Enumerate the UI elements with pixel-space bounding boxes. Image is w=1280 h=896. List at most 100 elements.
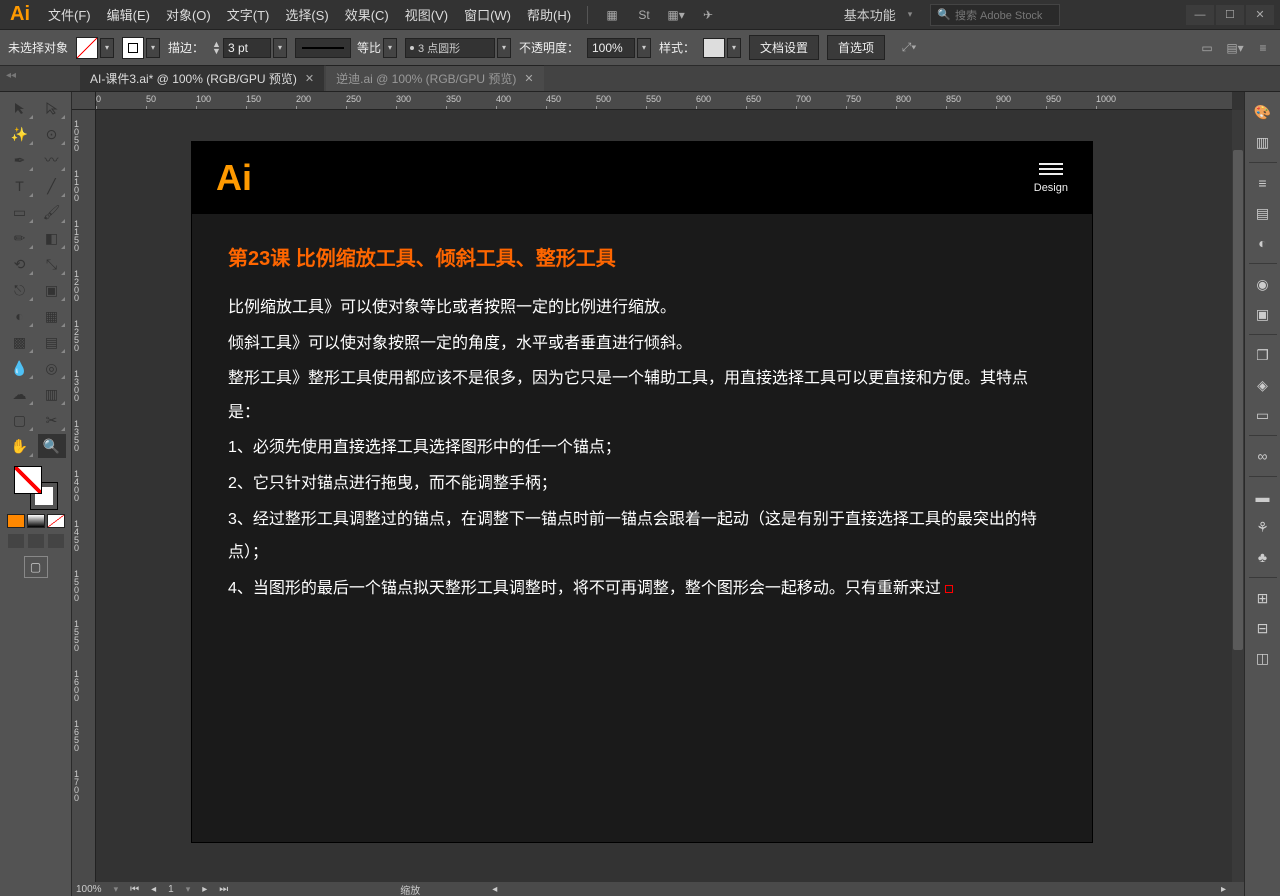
- nav-next-icon[interactable]: ▸: [202, 884, 207, 895]
- lasso-tool[interactable]: ⊙: [38, 122, 66, 146]
- document-setup-button[interactable]: 文档设置: [749, 35, 819, 60]
- close-button[interactable]: ✕: [1246, 5, 1274, 25]
- menu-object[interactable]: 对象(O): [158, 1, 219, 28]
- isolate-icon[interactable]: ▤▾: [1226, 39, 1244, 57]
- nav-next-icon[interactable]: ▸: [1221, 884, 1226, 895]
- menu-edit[interactable]: 编辑(E): [99, 1, 158, 28]
- align-panel-icon[interactable]: ⊞: [1251, 586, 1275, 610]
- stock-icon[interactable]: St: [634, 5, 654, 25]
- tab-close-button[interactable]: ✕: [524, 72, 533, 85]
- nav-last-icon[interactable]: ⏭: [219, 884, 228, 895]
- symbols-panel-icon[interactable]: ⚘: [1251, 515, 1275, 539]
- direct-selection-tool[interactable]: [38, 96, 66, 120]
- asset-export-icon[interactable]: ◈: [1251, 373, 1275, 397]
- color-mode[interactable]: [7, 514, 25, 528]
- workspace-switcher[interactable]: 基本功能: [838, 3, 902, 26]
- brush-definition[interactable]: 3 点圆形▾: [405, 38, 511, 58]
- shape-builder-tool[interactable]: ◐: [6, 304, 34, 328]
- draw-normal[interactable]: [8, 534, 24, 548]
- opacity-input[interactable]: 100%▾: [587, 38, 651, 58]
- paintbrush-tool[interactable]: 🖌: [38, 200, 66, 224]
- screen-mode[interactable]: ▢: [24, 556, 48, 578]
- vertical-scrollbar[interactable]: [1232, 110, 1244, 882]
- menu-view[interactable]: 视图(V): [397, 1, 456, 28]
- menu-window[interactable]: 窗口(W): [456, 1, 519, 28]
- preferences-button[interactable]: 首选项: [827, 35, 885, 60]
- nav-prev-icon[interactable]: ◂: [151, 884, 156, 895]
- scale-tool[interactable]: ⤡: [38, 252, 66, 276]
- fill-control[interactable]: ▾: [76, 37, 114, 59]
- nav-prev-icon[interactable]: ◂: [492, 884, 497, 895]
- artboards-panel-icon[interactable]: ▭: [1251, 403, 1275, 427]
- horizontal-ruler[interactable]: 0501001502002503003504004505005506006507…: [96, 92, 1232, 110]
- style-control[interactable]: ▾: [703, 38, 741, 58]
- type-tool[interactable]: T: [6, 174, 34, 198]
- none-mode[interactable]: [47, 514, 65, 528]
- layers-panel-icon[interactable]: ❐: [1251, 343, 1275, 367]
- graph-tool[interactable]: ▥: [38, 382, 66, 406]
- grip-handle[interactable]: ◂◂: [6, 70, 16, 81]
- eyedropper-tool[interactable]: 💧: [6, 356, 34, 380]
- perspective-tool[interactable]: ▦: [38, 304, 66, 328]
- menu-file[interactable]: 文件(F): [40, 1, 99, 28]
- zoom-tool[interactable]: 🔍: [38, 434, 66, 458]
- mesh-tool[interactable]: ▩: [6, 330, 34, 354]
- stroke-control[interactable]: ▾: [122, 37, 160, 59]
- gpu-icon[interactable]: ✈: [698, 5, 718, 25]
- pen-tool[interactable]: ✒: [6, 148, 34, 172]
- free-transform-tool[interactable]: ▣: [38, 278, 66, 302]
- transform-icon[interactable]: ⤢▾: [899, 38, 919, 58]
- blend-tool[interactable]: ◎: [38, 356, 66, 380]
- symbol-tool[interactable]: ☁: [6, 382, 34, 406]
- menu-effect[interactable]: 效果(C): [337, 1, 397, 28]
- nav-first-icon[interactable]: ⏮: [130, 884, 139, 895]
- status-label[interactable]: 缩放: [400, 882, 420, 896]
- stroke-profile[interactable]: 等比▾: [295, 38, 397, 58]
- brushes-panel-icon[interactable]: ▬: [1251, 485, 1275, 509]
- gradient-tool[interactable]: ▤: [38, 330, 66, 354]
- gradient-mode[interactable]: [27, 514, 45, 528]
- scrollbar-thumb[interactable]: [1233, 150, 1243, 650]
- zoom-level[interactable]: 100%: [76, 884, 102, 895]
- selection-tool[interactable]: [6, 96, 34, 120]
- artboard-tool[interactable]: ▢: [6, 408, 34, 432]
- cc-libraries-icon[interactable]: ∞: [1251, 444, 1275, 468]
- line-tool[interactable]: ╱: [38, 174, 66, 198]
- stroke-width-input[interactable]: ▲▼ 3 pt▾: [212, 38, 287, 58]
- magic-wand-tool[interactable]: ✨: [6, 122, 34, 146]
- hand-tool[interactable]: ✋: [6, 434, 34, 458]
- draw-inside[interactable]: [48, 534, 64, 548]
- stroke-panel-icon[interactable]: ≡: [1251, 171, 1275, 195]
- menu-select[interactable]: 选择(S): [277, 1, 336, 28]
- rotate-tool[interactable]: ⟲: [6, 252, 34, 276]
- graphic-styles-icon[interactable]: ▣: [1251, 302, 1275, 326]
- menu-icon[interactable]: ≡: [1254, 39, 1272, 57]
- draw-behind[interactable]: [28, 534, 44, 548]
- color-panel-icon[interactable]: 🎨: [1251, 100, 1275, 124]
- rectangle-tool[interactable]: ▭: [6, 200, 34, 224]
- gradient-panel-icon[interactable]: ▤: [1251, 201, 1275, 225]
- swatches-panel-icon[interactable]: ▥: [1251, 130, 1275, 154]
- artboard-number[interactable]: 1: [168, 884, 174, 895]
- tab-close-button[interactable]: ✕: [305, 72, 314, 85]
- maximize-button[interactable]: ☐: [1216, 5, 1244, 25]
- appearance-panel-icon[interactable]: ◉: [1251, 272, 1275, 296]
- minimize-button[interactable]: —: [1186, 5, 1214, 25]
- arrange-icon[interactable]: ▦▾: [666, 5, 686, 25]
- fill-color[interactable]: [14, 466, 42, 494]
- ruler-origin[interactable]: [72, 92, 96, 110]
- width-tool[interactable]: ⎋: [6, 278, 34, 302]
- align-icon[interactable]: ▭: [1198, 39, 1216, 57]
- artboard[interactable]: Ai Design 第23课 比例缩放工具、倾斜工具、整形工具 比例缩放工具》可…: [192, 142, 1092, 842]
- curvature-tool[interactable]: 〰: [38, 148, 66, 172]
- shaper-tool[interactable]: ✏: [6, 226, 34, 250]
- transform-panel-icon[interactable]: ⊟: [1251, 616, 1275, 640]
- transparency-panel-icon[interactable]: ◐: [1251, 231, 1275, 255]
- slice-tool[interactable]: ✂: [38, 408, 66, 432]
- tab-active[interactable]: AI-课件3.ai* @ 100% (RGB/GPU 预览) ✕: [80, 65, 324, 91]
- menu-type[interactable]: 文字(T): [219, 1, 278, 28]
- fill-stroke-control[interactable]: [14, 466, 58, 510]
- pathfinder-panel-icon[interactable]: ◫: [1251, 646, 1275, 670]
- tab-inactive[interactable]: 逆迪.ai @ 100% (RGB/GPU 预览) ✕: [326, 65, 543, 91]
- bridge-icon[interactable]: ▦: [602, 5, 622, 25]
